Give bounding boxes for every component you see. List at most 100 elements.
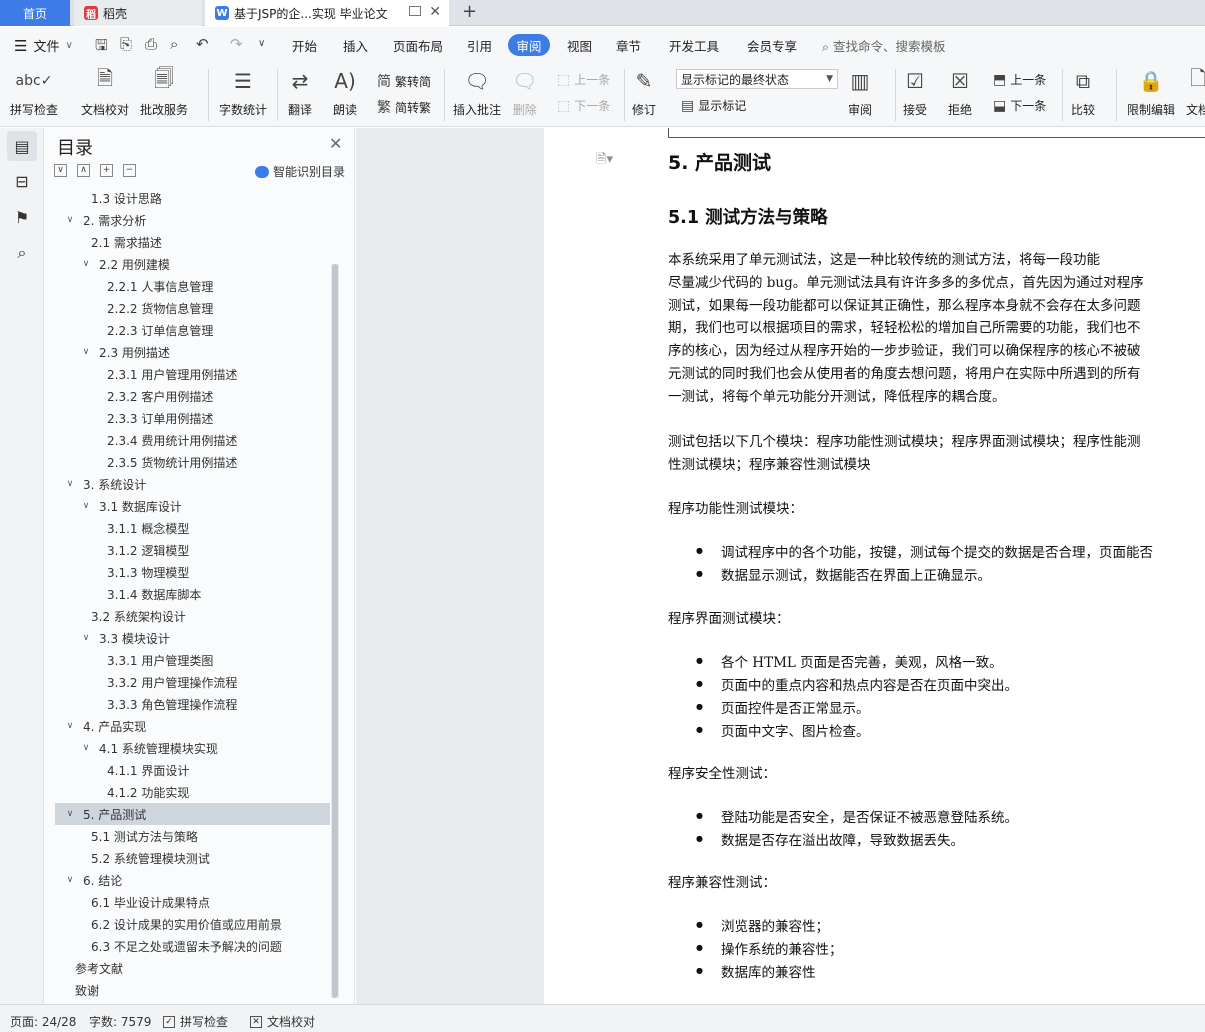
toc-item[interactable]: 2.3.5 货物统计用例描述 (55, 451, 330, 473)
chevron-down-icon[interactable]: ∨ (65, 875, 75, 885)
save-icon[interactable]: 🖫 (95, 35, 108, 60)
close-icon[interactable]: ✕ (429, 4, 441, 20)
toc-item[interactable]: 3.3.2 用户管理操作流程 (55, 671, 330, 693)
batch-review-button[interactable]: 🗐 批改服务 (140, 66, 188, 118)
file-menu[interactable]: ☰ 文件 ∨ (14, 36, 73, 56)
redo-icon[interactable]: ↷ (230, 35, 243, 53)
chevron-down-icon[interactable]: ∨ (81, 347, 91, 357)
toc-item[interactable]: ∨ 2. 需求分析 (55, 209, 330, 231)
toc-item[interactable]: 3.2 系统架构设计 (55, 605, 330, 627)
prev-comment-button[interactable]: ⬚ 上一条 (557, 71, 610, 88)
tab-document[interactable]: W 基于JSP的企...实现 毕业论文 ✕ (205, 0, 449, 26)
chevron-down-icon[interactable]: ∨ (65, 215, 75, 225)
translate-button[interactable]: ⇄ 翻译 (288, 67, 312, 118)
toc-item[interactable]: 6.2 设计成果的实用价值或应用前景 (55, 913, 330, 935)
menu-view[interactable]: 视图 (567, 36, 592, 55)
toc-item[interactable]: 5.2 系统管理模块测试 (55, 847, 330, 869)
word-count-button[interactable]: ☰ 字数统计 (219, 67, 267, 118)
toc-item[interactable]: 2.2.1 人事信息管理 (55, 275, 330, 297)
menu-member[interactable]: 会员专享 (747, 36, 797, 55)
document-page[interactable]: 🗎▾ 5. 产品测试 5.1 测试方法与策略 本系统采用了单元测试法，这是一种比… (544, 128, 1205, 1004)
reject-button[interactable]: ☒ 拒绝 (948, 67, 972, 118)
toc-item[interactable]: 3.1.3 物理模型 (55, 561, 330, 583)
navigation-icon[interactable]: ⊟ (7, 166, 37, 196)
toc-item[interactable]: 4.1.1 界面设计 (55, 759, 330, 781)
tab-window-icon[interactable] (409, 6, 421, 16)
revise-button[interactable]: ✎ 修订 (632, 67, 656, 118)
menu-review[interactable]: 审阅 (508, 34, 550, 56)
tab-daoke[interactable]: 稻 稻壳 (74, 0, 202, 26)
toc-item[interactable]: 3.1.2 逻辑模型 (55, 539, 330, 561)
insert-comment-button[interactable]: 🗨 插入批注 (453, 67, 501, 118)
toc-item[interactable]: ∨ 6. 结论 (55, 869, 330, 891)
toc-item[interactable]: ∨ 3.3 模块设计 (55, 627, 330, 649)
menu-insert[interactable]: 插入 (343, 36, 368, 55)
chevron-down-icon[interactable]: ∨ (81, 501, 91, 511)
toc-item[interactable]: 3.3.3 角色管理操作流程 (55, 693, 330, 715)
tab-home[interactable]: 首页 (0, 0, 70, 26)
document-icon[interactable]: 🗎▾ (596, 150, 613, 172)
menu-references[interactable]: 引用 (467, 36, 492, 55)
print-icon[interactable]: ⎙ (145, 35, 157, 53)
quick-access-dropdown-icon[interactable]: ∨ (258, 38, 265, 49)
restrict-edit-button[interactable]: 🔒 限制编辑 (1127, 67, 1175, 118)
toc-item[interactable]: ∨ 4.1 系统管理模块实现 (55, 737, 330, 759)
toc-item[interactable]: 2.3.4 费用统计用例描述 (55, 429, 330, 451)
toc-scrollbar[interactable] (331, 264, 339, 998)
toc-item[interactable]: 3.1.4 数据库脚本 (55, 583, 330, 605)
toc-item[interactable]: ∨ 2.2 用例建模 (55, 253, 330, 275)
toc-item[interactable]: 3.1.1 概念模型 (55, 517, 330, 539)
undo-icon[interactable]: ↶ (196, 35, 209, 53)
prev-change-button[interactable]: ⬒ 上一条 (993, 71, 1046, 88)
toc-item[interactable]: 2.3.3 订单用例描述 (55, 407, 330, 429)
toc-item[interactable]: 2.2.3 订单信息管理 (55, 319, 330, 341)
menu-developer[interactable]: 开发工具 (669, 36, 719, 55)
bookmark-icon[interactable]: ⚑ (7, 202, 37, 232)
toc-item[interactable]: 2.1 需求描述 (55, 231, 330, 253)
toc-item[interactable]: 参考文献 (55, 957, 330, 979)
toc-item[interactable]: ∨ 4. 产品实现 (55, 715, 330, 737)
show-markup-button[interactable]: ▤ 显示标记 (681, 97, 746, 114)
chevron-down-icon[interactable]: ∨ (81, 743, 91, 753)
toc-item[interactable]: 2.3.2 客户用例描述 (55, 385, 330, 407)
toc-item[interactable]: 3.3.1 用户管理类图 (55, 649, 330, 671)
toc-item[interactable]: ∨ 3. 系统设计 (55, 473, 330, 495)
trad-to-simp-button[interactable]: 简 繁转简 (377, 71, 431, 91)
status-spellcheck[interactable]: ✓ 拼写检查 (163, 1013, 228, 1030)
delete-comment-button[interactable]: 🗨 删除 (512, 67, 537, 118)
chevron-down-icon[interactable]: ∨ (65, 809, 75, 819)
toc-item[interactable]: 6.1 毕业设计成果特点 (55, 891, 330, 913)
read-aloud-button[interactable]: A) 朗读 (333, 67, 357, 118)
menu-page-layout[interactable]: 页面布局 (393, 36, 443, 55)
doc-proof-button[interactable]: 🗎 文档校对 (81, 66, 129, 118)
new-tab-icon[interactable]: + (462, 1, 477, 22)
compare-button[interactable]: ⧉ 比较 (1071, 67, 1095, 118)
menu-chapter[interactable]: 章节 (616, 36, 641, 55)
toc-item[interactable]: 致谢 (55, 979, 330, 1001)
next-change-button[interactable]: ⬓ 下一条 (993, 97, 1046, 114)
toc-item[interactable]: 5.1 测试方法与策略 (55, 825, 330, 847)
remove-icon[interactable]: − (123, 164, 136, 177)
chevron-down-icon[interactable]: ∨ (81, 259, 91, 269)
word-count[interactable]: 字数: 7579 (89, 1013, 151, 1030)
command-search[interactable]: ⌕ 查找命令、搜索模板 (822, 36, 946, 55)
export-icon[interactable]: ⎘ (120, 35, 132, 53)
toc-item[interactable]: ∨ 2.3 用例描述 (55, 341, 330, 363)
print-preview-icon[interactable]: ⌕ (170, 35, 178, 53)
search-icon[interactable]: ⌕ (7, 238, 37, 268)
toc-item[interactable]: ∨ 5. 产品测试 (55, 803, 330, 825)
add-icon[interactable]: + (100, 164, 113, 177)
chevron-down-icon[interactable]: ∨ (65, 721, 75, 731)
expand-icon[interactable]: ∧ (77, 164, 90, 177)
status-proof[interactable]: ✕ 文档校对 (250, 1013, 315, 1030)
close-icon[interactable]: ✕ (329, 134, 342, 153)
markup-mode-select[interactable]: 显示标记的最终状态 ▼ (676, 69, 838, 89)
toc-item[interactable]: 4.1.2 功能实现 (55, 781, 330, 803)
doc-permission-button[interactable]: 🗋 文档 (1186, 66, 1205, 118)
toc-item[interactable]: 6.3 不足之处或遗留未予解决的问题 (55, 935, 330, 957)
accept-button[interactable]: ☑ 接受 (903, 67, 927, 118)
toc-item[interactable]: 2.2.2 货物信息管理 (55, 297, 330, 319)
review-pane-button[interactable]: ▥ 审阅 (848, 67, 872, 118)
next-comment-button[interactable]: ⬚ 下一条 (557, 97, 610, 114)
page-indicator[interactable]: 页面: 24/28 (10, 1013, 76, 1030)
